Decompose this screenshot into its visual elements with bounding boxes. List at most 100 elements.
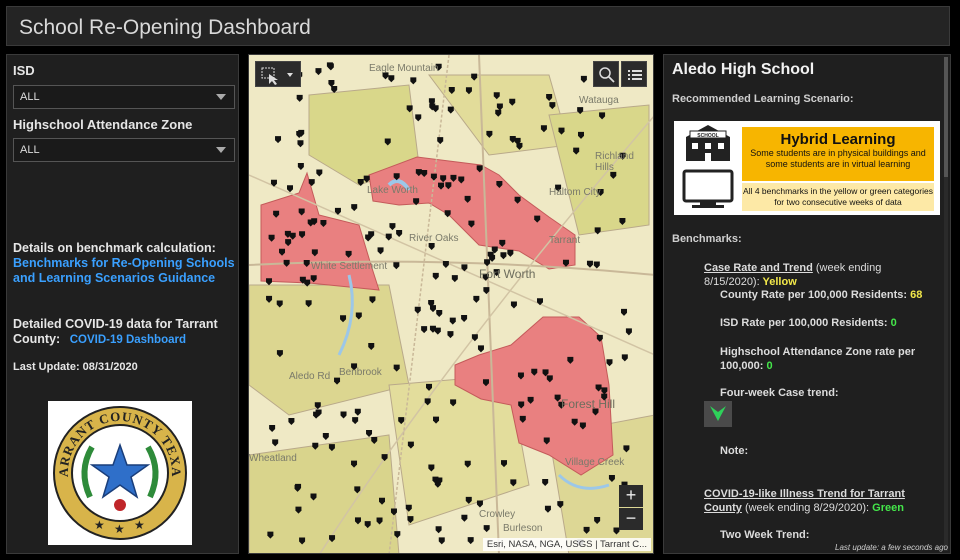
scenario-label: Recommended Learning Scenario: [672, 93, 854, 105]
last-update: Last Update: 08/31/2020 [13, 361, 138, 373]
benchmarks-guidance-link[interactable]: Benchmarks for Re-Opening Schools and Le… [13, 256, 235, 286]
school-marker[interactable] [377, 247, 384, 255]
scrollbar-thumb[interactable] [944, 57, 948, 177]
school-marker[interactable] [438, 537, 445, 545]
school-marker[interactable] [328, 79, 335, 87]
chevron-down-icon [216, 147, 226, 153]
school-marker[interactable] [586, 260, 593, 268]
isd-label: ISD [13, 63, 35, 78]
school-marker[interactable] [461, 315, 468, 323]
school-marker[interactable] [354, 408, 361, 416]
isd-select[interactable]: ALL [13, 85, 235, 109]
place-label: Tarrant [549, 235, 581, 246]
school-marker[interactable] [436, 309, 443, 317]
school-marker[interactable] [388, 75, 395, 83]
school-marker[interactable] [351, 204, 358, 212]
school-marker[interactable] [483, 525, 490, 533]
school-marker[interactable] [451, 275, 458, 283]
map-attribution: Esri, NASA, NGA, USGS | Tarrant C... [482, 538, 651, 551]
layer-list-button[interactable] [621, 61, 647, 87]
school-marker[interactable] [484, 259, 491, 267]
school-marker[interactable] [415, 114, 422, 122]
school-marker[interactable] [287, 185, 294, 193]
school-marker[interactable] [269, 425, 276, 433]
school-marker[interactable] [288, 417, 295, 425]
school-marker[interactable] [461, 514, 468, 522]
school-marker[interactable] [322, 432, 329, 440]
case-rate-link[interactable]: Case Rate and Trend [704, 262, 813, 274]
school-marker[interactable] [297, 163, 304, 171]
school-marker[interactable] [449, 317, 456, 325]
school-marker[interactable] [297, 140, 304, 148]
school-marker[interactable] [442, 261, 449, 269]
cli-header: COVID-19-like Illness Trend for Tarrant … [704, 487, 924, 515]
school-marker[interactable] [473, 295, 480, 303]
school-marker[interactable] [428, 243, 435, 251]
school-marker[interactable] [393, 262, 400, 270]
school-marker[interactable] [432, 272, 439, 280]
school-marker[interactable] [340, 411, 347, 419]
school-marker[interactable] [621, 354, 628, 362]
school-marker[interactable] [471, 334, 478, 342]
school-marker[interactable] [447, 331, 454, 339]
school-marker[interactable] [410, 77, 417, 85]
school-marker[interactable] [266, 278, 273, 286]
school-marker[interactable] [542, 479, 549, 487]
school-marker[interactable] [447, 106, 454, 114]
school-marker[interactable] [315, 68, 322, 76]
map-canvas[interactable] [249, 55, 654, 554]
school-marker[interactable] [625, 328, 632, 336]
school-marker[interactable] [477, 345, 484, 353]
school-marker[interactable] [275, 136, 282, 144]
school-marker[interactable] [544, 505, 551, 513]
zone-rate-label: Highschool Attendance Zone rate per 100,… [720, 346, 916, 372]
school-marker[interactable] [467, 537, 474, 545]
select-tool[interactable] [255, 61, 301, 87]
school-marker[interactable] [352, 417, 359, 425]
school-marker[interactable] [593, 261, 600, 269]
school-marker[interactable] [580, 75, 587, 83]
isd-select-value: ALL [20, 91, 40, 103]
note-label: Note: [720, 445, 749, 457]
school-marker[interactable] [500, 252, 507, 260]
school-marker[interactable] [421, 326, 428, 334]
benchmark-details: Details on benchmark calculation: Benchm… [13, 241, 235, 286]
app-header: School Re-Opening Dashboard [6, 6, 950, 46]
place-label: White Settlement [311, 261, 388, 272]
school-marker[interactable] [296, 94, 303, 102]
school-marker[interactable] [621, 308, 628, 316]
chevron-down-icon [216, 94, 226, 100]
school-marker[interactable] [606, 359, 613, 367]
school-marker[interactable] [594, 227, 601, 235]
school-marker[interactable] [437, 137, 444, 145]
scenario-note: All 4 benchmarks in the yellow or green … [742, 183, 934, 211]
isd-rate-label: ISD Rate per 100,000 Residents: [720, 317, 888, 329]
school-marker[interactable] [327, 63, 334, 71]
school-marker[interactable] [507, 249, 514, 257]
school-marker[interactable] [435, 526, 442, 534]
school-marker[interactable] [396, 230, 403, 238]
school-marker[interactable] [385, 233, 392, 241]
school-marker[interactable] [389, 223, 396, 231]
school-marker[interactable] [510, 301, 517, 309]
place-label: Burleson [503, 523, 543, 534]
school-map[interactable]: Eagle Mountain Lake Worth White Settleme… [248, 54, 654, 554]
page-title: School Re-Opening Dashboard [19, 16, 311, 39]
scenario-banner: Hybrid Learning Some students are in phy… [742, 127, 934, 181]
covid-dashboard-link[interactable]: COVID-19 Dashboard [70, 334, 186, 346]
place-label: Watauga [579, 95, 619, 106]
school-marker[interactable] [366, 429, 373, 437]
arrow-down-icon [710, 406, 726, 421]
scenario-title: Hybrid Learning [780, 131, 896, 148]
school-marker[interactable] [316, 169, 323, 177]
school-marker[interactable] [296, 131, 303, 139]
county-rate: County Rate per 100,000 Residents: 68 [720, 289, 922, 301]
zone-select[interactable]: ALL [13, 138, 235, 162]
zoom-in-button[interactable]: + [619, 485, 643, 507]
zoom-out-button[interactable]: − [619, 508, 643, 530]
school-marker[interactable] [414, 306, 421, 314]
school-marker[interactable] [272, 439, 279, 447]
search-button[interactable] [593, 61, 619, 87]
school-marker[interactable] [476, 500, 483, 508]
place-label: Lake Worth [367, 185, 418, 196]
